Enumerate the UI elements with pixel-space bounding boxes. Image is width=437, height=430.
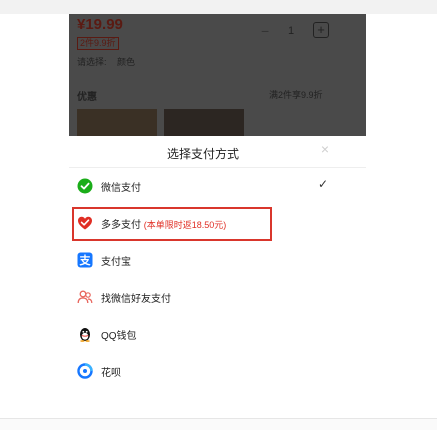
duoduo-pay-icon [78, 216, 92, 230]
payment-method-sheet: 选择支付方式 × 微信支付 ✓ 多多支付 (本单限时返18.50元) 支 支付宝… [69, 136, 366, 418]
select-value-color[interactable]: 颜色 [117, 55, 135, 68]
phone-screen: ¥19.99 2件9.9折 − 1 + 请选择: 颜色 优惠 满2件享9.9折 … [69, 14, 366, 418]
product-thumbnail[interactable] [164, 109, 244, 136]
payment-option-name: 多多支付 [101, 220, 141, 231]
quantity-plus-button[interactable]: + [313, 22, 329, 38]
payment-option-duoduo[interactable]: 多多支付 (本单限时返18.50元) [69, 205, 366, 241]
product-thumbnail[interactable] [77, 109, 157, 136]
qq-wallet-icon [80, 328, 90, 342]
sheet-title: 选择支付方式 [166, 147, 239, 161]
svg-text:支: 支 [79, 253, 92, 267]
alipay-icon: 支 [77, 252, 93, 268]
promo-text: 满2件享9.9折 [269, 90, 323, 100]
payment-option-label: 微信支付 [101, 183, 141, 194]
quantity-value: 1 [288, 25, 295, 37]
product-price: ¥19.99 [77, 16, 123, 33]
promo-label: 优惠 [77, 92, 97, 103]
payment-option-label: 多多支付 (本单限时返18.50元) [101, 216, 226, 231]
payment-option-wechat-friend[interactable]: 找微信好友支付 [69, 279, 366, 315]
top-bar [0, 0, 437, 14]
unit-price-badge: 2件9.9折 [77, 37, 119, 50]
payment-option-alipay[interactable]: 支 支付宝 [69, 242, 366, 278]
payment-option-wechat[interactable]: 微信支付 ✓ [69, 168, 366, 204]
select-label: 请选择: [77, 57, 107, 67]
wechat-pay-icon [77, 178, 93, 194]
payment-option-label: 花呗 [101, 368, 121, 379]
close-icon[interactable]: × [318, 142, 332, 156]
payment-option-label: QQ钱包 [101, 331, 137, 342]
payment-option-label: 支付宝 [101, 257, 131, 268]
selected-check-icon: ✓ [318, 177, 329, 191]
payment-option-qq-wallet[interactable]: QQ钱包 [69, 316, 366, 352]
bottom-bar [0, 418, 437, 430]
cashback-promo-text: (本单限时返18.50元) [143, 220, 227, 230]
payment-option-label: 找微信好友支付 [101, 294, 171, 305]
quantity-minus-button[interactable]: − [261, 23, 269, 39]
huabei-icon [77, 363, 93, 379]
payment-option-huabei[interactable]: 花呗 [69, 353, 366, 389]
product-page-backdrop[interactable]: ¥19.99 2件9.9折 − 1 + 请选择: 颜色 优惠 满2件享9.9折 [69, 14, 366, 136]
wechat-friend-pay-icon [77, 290, 93, 304]
